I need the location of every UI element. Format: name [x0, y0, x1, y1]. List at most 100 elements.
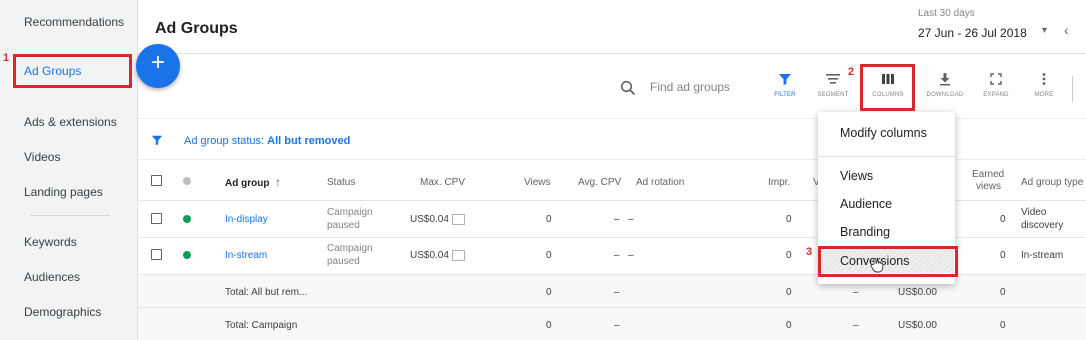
max-cpv-cell[interactable]: US$0.04 [410, 214, 465, 225]
filter-chip-value: All but removed [267, 135, 351, 147]
filter-chip-prefix: Ad group status: [184, 135, 265, 147]
total-views: 0 [546, 287, 552, 298]
page-title: Ad Groups [155, 20, 238, 37]
chevron-left-icon[interactable]: ‹ [1064, 22, 1069, 38]
row-checkbox[interactable] [151, 249, 162, 260]
step-number-2: 2 [848, 66, 855, 78]
avg-cpv-cell: – [614, 250, 620, 261]
ad-group-link[interactable]: In-display [225, 214, 268, 225]
max-cpv-value: US$0.04 [410, 250, 449, 262]
status-enabled-dot [183, 251, 191, 259]
add-ad-group-button[interactable]: + [136, 44, 180, 88]
date-range-value[interactable]: 27 Jun - 26 Jul 2018 [918, 26, 1027, 40]
total-impr: 0 [786, 287, 792, 298]
col-header-views[interactable]: Views [524, 177, 551, 188]
max-cpv-cell[interactable]: US$0.04 [410, 250, 465, 261]
menu-item-audience[interactable]: Audience [840, 197, 892, 211]
total-label: Total: All but rem... [225, 287, 308, 298]
sidebar: Recommendations Ad Groups Ads & extensio… [0, 0, 138, 340]
col-header-status[interactable]: Status [327, 177, 355, 188]
sidebar-item-demographics[interactable]: Demographics [24, 305, 101, 319]
row-checkbox[interactable] [151, 213, 162, 224]
total-avg-cpv: – [614, 320, 620, 331]
total-cost: US$0.00 [898, 320, 937, 331]
bid-chart-icon[interactable] [451, 250, 465, 261]
max-cpv-value: US$0.04 [410, 214, 449, 226]
filter-chip[interactable]: Ad group status: All but removed [184, 135, 350, 147]
total-impr: 0 [786, 320, 792, 331]
segment-icon [826, 74, 840, 84]
toolbar-divider [1072, 76, 1073, 102]
bid-chart-icon[interactable] [451, 214, 465, 225]
col-header-earned-views-line1[interactable]: Earned [972, 169, 1004, 180]
download-button[interactable]: DOWNLOAD [921, 72, 969, 98]
date-dropdown-icon[interactable]: ▾ [1042, 25, 1047, 36]
total-avg-cpv: – [614, 287, 620, 298]
total-earned-views: 0 [1000, 320, 1006, 331]
expand-button[interactable]: EXPAND [972, 72, 1020, 98]
status-dot-header [183, 177, 191, 185]
more-label: MORE [1034, 92, 1054, 98]
select-all-checkbox[interactable] [151, 175, 162, 186]
download-icon [940, 73, 950, 86]
col-header-avg-cpv[interactable]: Avg. CPV [578, 177, 621, 188]
page-header: Ad Groups Last 30 days 27 Jun - 26 Jul 2… [138, 0, 1086, 54]
filter-label: FILTER [774, 92, 796, 98]
app-root: Recommendations Ad Groups Ads & extensio… [0, 0, 1086, 340]
expand-icon [990, 73, 1002, 85]
sidebar-item-videos[interactable]: Videos [24, 150, 60, 164]
columns-icon [882, 74, 894, 84]
total-cost: US$0.00 [898, 287, 937, 298]
columns-menu: Modify columns Views Audience Branding C… [818, 112, 955, 284]
status-line2: paused [327, 220, 360, 231]
menu-item-branding[interactable]: Branding [840, 225, 890, 239]
search-icon[interactable] [620, 80, 636, 96]
status-line1: Campaign [327, 207, 373, 218]
sidebar-item-recommendations[interactable]: Recommendations [24, 15, 124, 29]
filter-icon[interactable] [151, 134, 163, 146]
step-number-3: 3 [806, 246, 813, 258]
filter-button[interactable]: FILTER [761, 72, 809, 98]
ad-rotation-cell: – [628, 214, 634, 225]
step-number-1: 1 [3, 52, 10, 64]
menu-divider [818, 156, 955, 157]
hand-cursor-icon [870, 258, 884, 273]
views-cell: 0 [546, 250, 552, 261]
sidebar-item-ads-extensions[interactable]: Ads & extensions [24, 115, 117, 129]
total-earned-views: 0 [1000, 287, 1006, 298]
status-enabled-dot [183, 215, 191, 223]
menu-item-modify-columns[interactable]: Modify columns [840, 126, 927, 140]
sort-arrow-up-icon[interactable]: ↑ [275, 175, 281, 189]
search-input[interactable]: Find ad groups [650, 80, 740, 94]
ad-group-type-line1: Video [1021, 207, 1047, 218]
col-header-impr[interactable]: Impr. [768, 177, 790, 188]
filter-icon [779, 74, 791, 85]
impr-cell: 0 [786, 250, 792, 261]
ad-rotation-cell: – [628, 250, 634, 261]
menu-item-views[interactable]: Views [840, 169, 873, 183]
col-header-ad-group-type[interactable]: Ad group type [1021, 177, 1083, 188]
download-label: DOWNLOAD [926, 92, 964, 98]
sidebar-item-landing-pages[interactable]: Landing pages [24, 185, 103, 199]
row-divider [138, 307, 1086, 308]
sidebar-divider [30, 215, 110, 216]
date-range-label: Last 30 days [918, 8, 975, 19]
ad-group-link[interactable]: In-stream [225, 250, 267, 261]
columns-button[interactable]: COLUMNS [864, 72, 912, 98]
more-button[interactable]: MORE [1020, 72, 1068, 98]
total-label: Total: Campaign [225, 320, 298, 331]
col-header-ad-group[interactable]: Ad group [225, 178, 269, 189]
columns-label: COLUMNS [872, 92, 904, 98]
sidebar-item-keywords[interactable]: Keywords [24, 235, 77, 249]
views-cell: 0 [546, 214, 552, 225]
segment-label: SEGMENT [817, 92, 849, 98]
col-header-ad-rotation[interactable]: Ad rotation [636, 177, 684, 188]
status-line2: paused [327, 256, 360, 267]
col-header-max-cpv[interactable]: Max. CPV [420, 177, 465, 188]
sidebar-item-audiences[interactable]: Audiences [24, 270, 80, 284]
expand-label: EXPAND [983, 92, 1009, 98]
ad-group-type-line2: discovery [1021, 220, 1064, 231]
sidebar-item-ad-groups[interactable]: Ad Groups [24, 64, 81, 78]
avg-cpv-cell: – [614, 214, 620, 225]
col-header-earned-views-line2[interactable]: views [976, 181, 1001, 192]
